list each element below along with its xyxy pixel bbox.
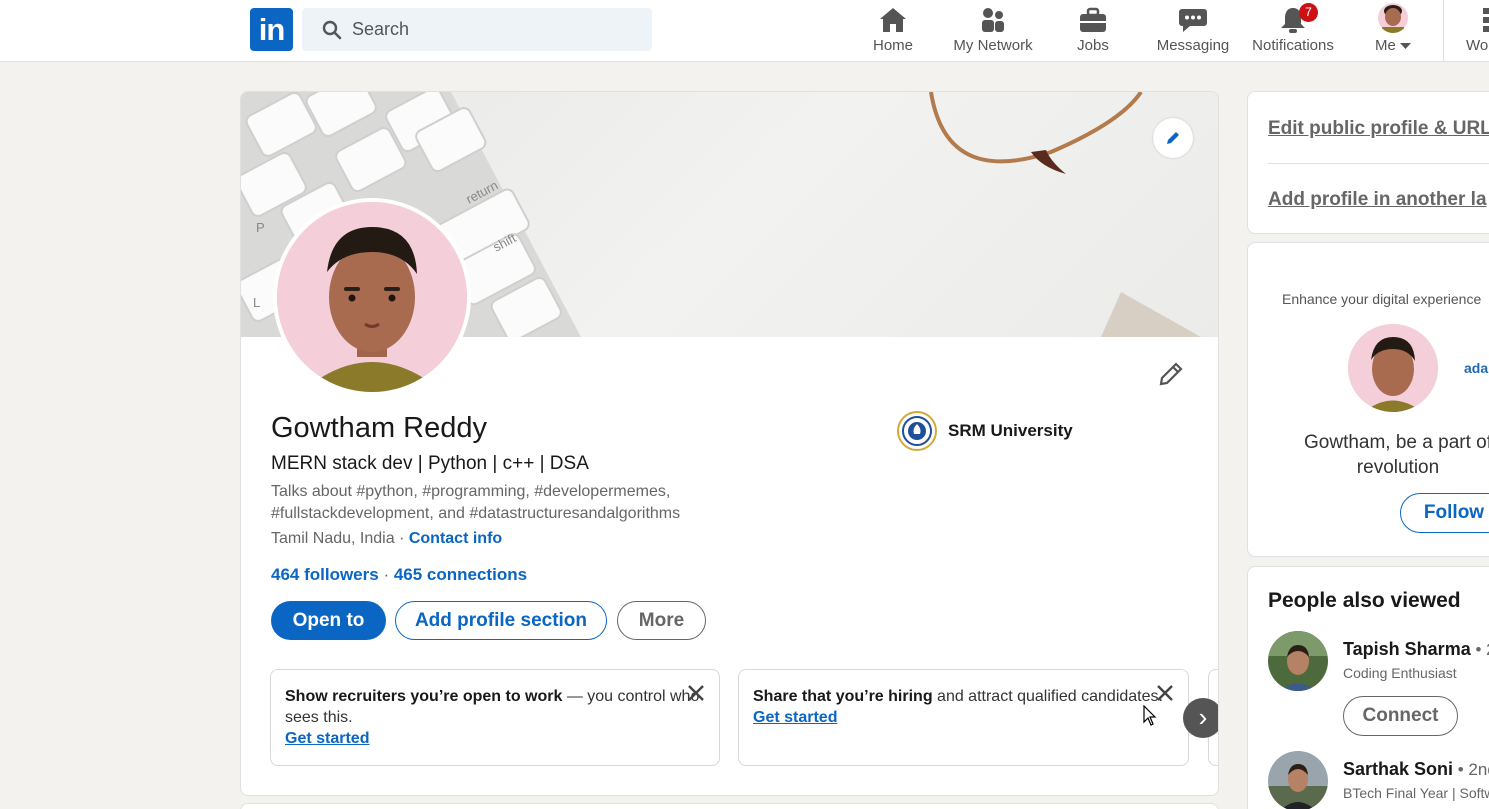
- ad-tagline: Enhance your digital experience: [1282, 291, 1482, 307]
- ad-avatar-image: [1348, 324, 1438, 412]
- avatar[interactable]: [1268, 751, 1328, 809]
- open-to-work-tip: Show recruiters you’re open to work — yo…: [270, 669, 720, 766]
- nav-my-network[interactable]: My Network: [945, 0, 1041, 62]
- connection-degree: • 2nd: [1475, 640, 1489, 659]
- profile-location: Tamil Nadu, India: [271, 530, 395, 547]
- hiring-tip: Share that you’re hiring and attract qua…: [738, 669, 1189, 766]
- search-input[interactable]: [352, 8, 642, 51]
- ad-card: Enhance your digital experience adan Gow…: [1247, 242, 1489, 557]
- svg-text:P: P: [256, 220, 265, 235]
- stats-separator: ·: [378, 565, 394, 584]
- connect-button[interactable]: Connect: [1343, 696, 1458, 736]
- close-icon[interactable]: [687, 684, 705, 702]
- profile-talks-about: Talks about #python, #programming, #deve…: [271, 483, 681, 522]
- nav-me-label: Me: [1365, 37, 1421, 54]
- search-bar[interactable]: [302, 8, 652, 51]
- nav-notifications[interactable]: 7 Notifications: [1247, 0, 1339, 62]
- pencil-icon: [1159, 362, 1183, 386]
- avatar: [1378, 3, 1408, 33]
- nav-work[interactable]: Wo: [1460, 0, 1489, 62]
- carousel-next-button[interactable]: ›: [1183, 698, 1218, 738]
- open-to-button[interactable]: Open to: [271, 601, 386, 640]
- profile-settings-card: Edit public profile & URL Add profile in…: [1247, 91, 1489, 234]
- person-name[interactable]: Sarthak Soni: [1343, 759, 1453, 779]
- grid-menu-icon: [1483, 8, 1489, 32]
- get-started-link[interactable]: Get started: [285, 728, 705, 749]
- nav-home-label: Home: [872, 37, 913, 54]
- close-icon[interactable]: [1156, 684, 1174, 702]
- people-also-viewed-card: People also viewed Tapish Sharma • 2nd C…: [1247, 566, 1489, 809]
- svg-text:L: L: [253, 295, 260, 310]
- divider: [1268, 163, 1489, 164]
- nav-me[interactable]: Me: [1365, 0, 1421, 62]
- person-name[interactable]: Tapish Sharma: [1343, 639, 1471, 659]
- notifications-badge: 7: [1299, 3, 1318, 22]
- avatar: [1348, 324, 1438, 412]
- mouse-cursor-icon: [1143, 705, 1157, 726]
- pencil-icon: [1167, 132, 1179, 144]
- profile-headline: MERN stack dev | Python | c++ | DSA: [271, 453, 589, 474]
- followers-link[interactable]: 464 followers: [271, 565, 379, 584]
- follow-button[interactable]: Follow: [1400, 493, 1489, 533]
- profile-stats: 464 followers · 465 connections: [271, 565, 527, 585]
- profile-card: return shift PL Gowtham Reddy MERN stack…: [240, 91, 1219, 796]
- add-profile-section-button[interactable]: Add profile section: [395, 601, 607, 640]
- nav-jobs-label: Jobs: [1077, 37, 1109, 54]
- nav-jobs[interactable]: Jobs: [1065, 0, 1121, 62]
- tip-heading: Show recruiters you’re open to work: [285, 688, 563, 705]
- briefcase-icon: [1080, 7, 1106, 32]
- person-title: Coding Enthusiast: [1343, 665, 1457, 681]
- profile-photo-image: [277, 202, 467, 392]
- education-link[interactable]: SRM University: [897, 411, 1073, 451]
- chat-bubble-icon: [1179, 9, 1207, 32]
- ad-brand-logo: adan: [1464, 360, 1489, 376]
- nav-messaging[interactable]: Messaging: [1150, 0, 1236, 62]
- top-nav: in Home My Network Jobs Messaging 7 Noti…: [0, 0, 1489, 62]
- location-separator: ·: [394, 530, 409, 547]
- more-button[interactable]: More: [617, 601, 706, 640]
- contact-info-link[interactable]: Contact info: [409, 530, 502, 547]
- ad-message: Gowtham, be a part of revolution: [1304, 432, 1489, 478]
- edit-public-profile-link[interactable]: Edit public profile & URL: [1268, 118, 1489, 140]
- profile-photo[interactable]: [273, 198, 471, 396]
- connections-link[interactable]: 465 connections: [394, 565, 527, 584]
- linkedin-logo[interactable]: in: [250, 8, 293, 51]
- home-icon: [880, 8, 906, 32]
- get-started-link[interactable]: Get started: [753, 707, 1174, 728]
- nav-messaging-label: Messaging: [1156, 37, 1230, 54]
- edit-banner-button[interactable]: [1153, 118, 1193, 158]
- tip-heading: Share that you’re hiring: [753, 688, 933, 705]
- nav-divider: [1443, 0, 1444, 62]
- edit-intro-button[interactable]: [1157, 360, 1185, 393]
- chevron-down-icon: [1400, 43, 1411, 49]
- search-icon: [322, 20, 342, 40]
- tip-text: and attract qualified candidates.: [932, 688, 1163, 705]
- people-also-viewed-title: People also viewed: [1268, 589, 1461, 612]
- university-name: SRM University: [948, 421, 1073, 440]
- avatar[interactable]: [1268, 631, 1328, 691]
- people-icon: [982, 8, 1004, 32]
- person-photo: [1268, 751, 1328, 809]
- profile-name: Gowtham Reddy: [271, 412, 487, 444]
- connection-degree: • 2nd: [1457, 760, 1489, 779]
- nav-notifications-label: Notifications: [1252, 37, 1334, 54]
- nav-my-network-label: My Network: [953, 37, 1033, 54]
- person-photo: [1268, 631, 1328, 691]
- university-logo: [897, 411, 937, 451]
- nav-home[interactable]: Home: [860, 0, 926, 62]
- add-profile-language-link[interactable]: Add profile in another la: [1268, 189, 1487, 211]
- next-section-card: [240, 803, 1219, 809]
- person-title: BTech Final Year | Softw: [1343, 785, 1489, 801]
- person-name-row: Sarthak Soni • 2nd: [1343, 759, 1489, 780]
- nav-work-label: Wo: [1466, 37, 1489, 54]
- profile-location-row: Tamil Nadu, India · Contact info: [271, 530, 502, 548]
- person-name-row: Tapish Sharma • 2nd: [1343, 639, 1489, 660]
- university-seal-icon: [902, 416, 932, 446]
